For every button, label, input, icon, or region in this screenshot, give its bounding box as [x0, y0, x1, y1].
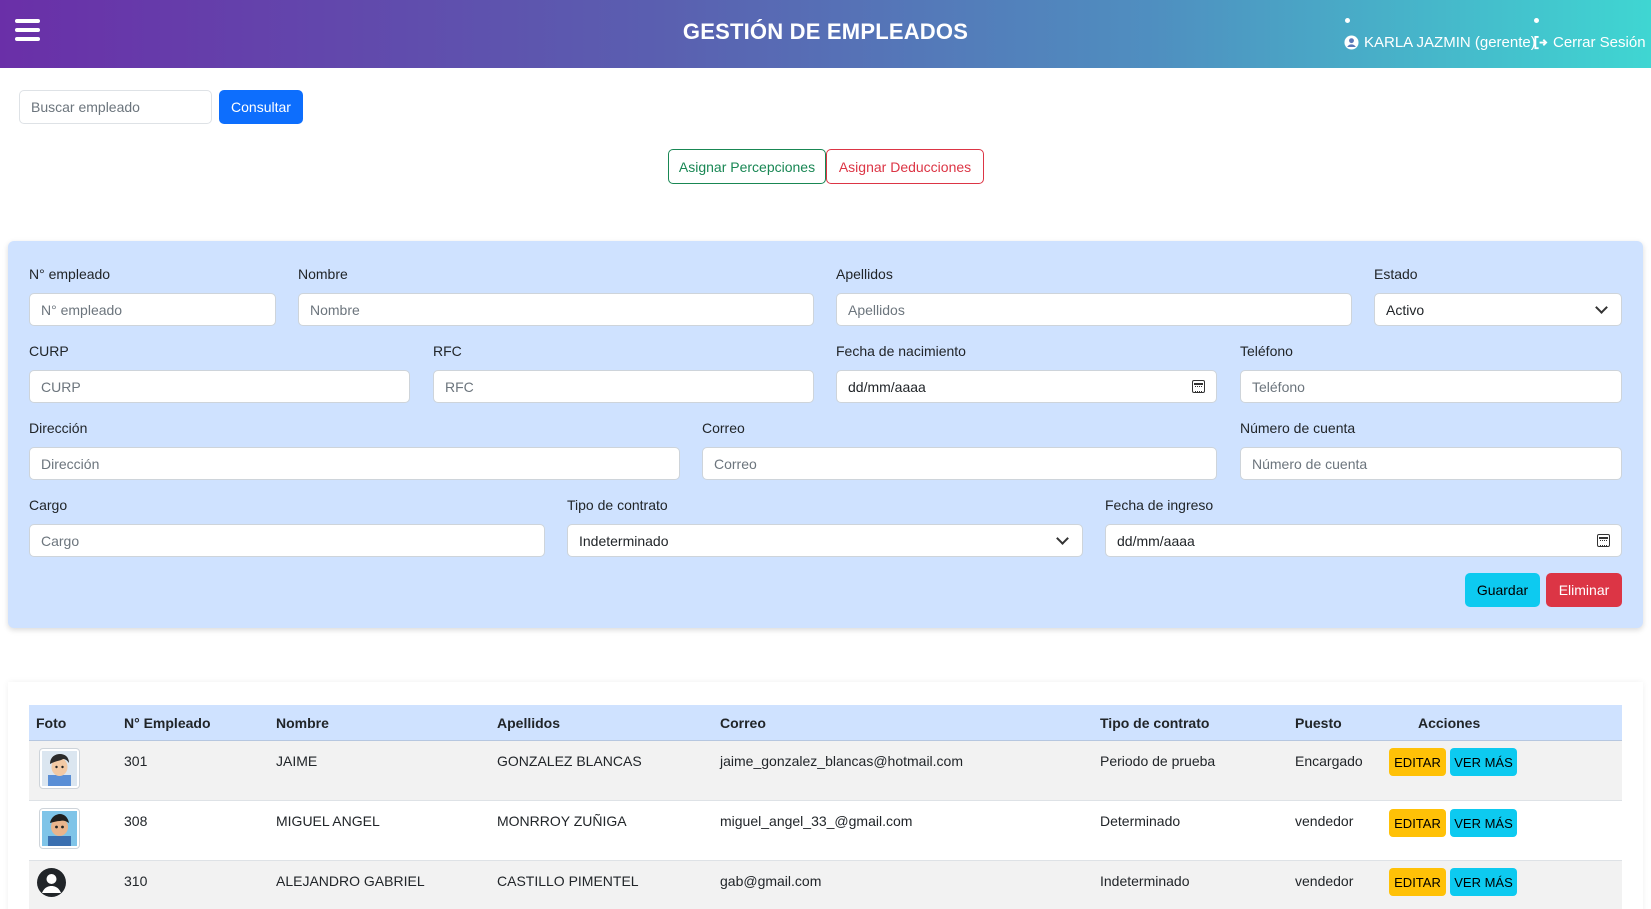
view-more-button[interactable]: VER MÁS: [1450, 809, 1517, 837]
table-row: 310 ALEJANDRO GABRIEL CASTILLO PIMENTEL …: [29, 861, 1622, 909]
col-apellidos: Apellidos: [497, 715, 561, 731]
cell-puesto: vendedor: [1295, 813, 1354, 829]
col-tipo-contrato: Tipo de contrato: [1100, 715, 1210, 731]
cell-apellidos: CASTILLO PIMENTEL: [497, 873, 639, 889]
rfc-label: RFC: [433, 343, 462, 359]
num-empleado-field[interactable]: N° empleado: [29, 293, 276, 326]
user-name: KARLA JAZMIN (gerente): [1364, 34, 1536, 51]
calendar-icon[interactable]: [1597, 534, 1610, 547]
employee-photo: [39, 748, 80, 789]
save-button[interactable]: Guardar: [1465, 573, 1540, 607]
cell-contrato: Determinado: [1100, 813, 1181, 829]
consultar-button[interactable]: Consultar: [219, 90, 303, 124]
nombre-field[interactable]: Nombre: [298, 293, 814, 326]
cell-correo: jaime_gonzalez_blancas@hotmail.com: [720, 753, 964, 769]
cell-puesto: vendedor: [1295, 873, 1354, 889]
edit-button[interactable]: EDITAR: [1389, 868, 1446, 896]
cell-puesto: Encargado: [1295, 753, 1363, 769]
cell-num: 301: [124, 753, 148, 769]
view-more-button[interactable]: VER MÁS: [1450, 748, 1517, 776]
delete-button[interactable]: Eliminar: [1546, 573, 1622, 607]
logout-icon: [1534, 35, 1548, 50]
table-row: 308 MIGUEL ANGEL MONRROY ZUÑIGA miguel_a…: [29, 801, 1622, 861]
correo-field[interactable]: Correo: [702, 447, 1217, 480]
curp-field[interactable]: CURP: [29, 370, 410, 403]
cell-contrato: Indeterminado: [1100, 873, 1190, 889]
estado-label: Estado: [1374, 266, 1418, 282]
search-input[interactable]: [19, 90, 212, 124]
cell-num: 310: [124, 873, 148, 889]
user-circle-icon: [1344, 35, 1359, 50]
cell-nombre: ALEJANDRO GABRIEL: [276, 873, 425, 889]
logout-link[interactable]: Cerrar Sesión: [1533, 34, 1646, 51]
cell-contrato: Periodo de prueba: [1100, 753, 1216, 769]
curp-label: CURP: [29, 343, 69, 359]
num-empleado-label: N° empleado: [29, 266, 111, 282]
assign-deductions-button[interactable]: Asignar Deducciones: [826, 149, 984, 184]
logout-label: Cerrar Sesión: [1553, 34, 1646, 51]
col-acciones: Acciones: [1418, 715, 1481, 731]
avatar-icon: [42, 751, 77, 786]
col-foto: Foto: [36, 715, 67, 731]
apellidos-field[interactable]: Apellidos: [836, 293, 1352, 326]
edit-button[interactable]: EDITAR: [1389, 748, 1446, 776]
direccion-label: Dirección: [29, 420, 88, 436]
tipo-contrato-label: Tipo de contrato: [567, 497, 668, 513]
edit-button[interactable]: EDITAR: [1389, 809, 1446, 837]
chevron-down-icon: [1595, 300, 1608, 314]
tipo-contrato-select[interactable]: Indeterminado: [567, 524, 1083, 557]
employee-photo: [39, 808, 80, 849]
cell-apellidos: GONZALEZ BLANCAS: [497, 753, 642, 769]
telefono-field[interactable]: Teléfono: [1240, 370, 1622, 403]
table-header: Foto N° Empleado Nombre Apellidos Correo…: [29, 705, 1622, 741]
rfc-field[interactable]: RFC: [433, 370, 814, 403]
fecha-ingreso-field[interactable]: dd/mm/aaaa: [1105, 524, 1622, 557]
chevron-down-icon: [1056, 531, 1069, 545]
cell-correo: gab@gmail.com: [720, 873, 822, 889]
apellidos-label: Apellidos: [836, 266, 893, 282]
direccion-field[interactable]: Dirección: [29, 447, 680, 480]
avatar-icon: [42, 811, 77, 846]
cargo-label: Cargo: [29, 497, 68, 513]
cell-apellidos: MONRROY ZUÑIGA: [497, 813, 627, 829]
calendar-icon[interactable]: [1192, 380, 1205, 393]
numero-cuenta-label: Número de cuenta: [1240, 420, 1356, 436]
nombre-label: Nombre: [298, 266, 348, 282]
col-num-empleado: N° Empleado: [124, 715, 211, 731]
correo-label: Correo: [702, 420, 745, 436]
numero-cuenta-field[interactable]: Número de cuenta: [1240, 447, 1622, 480]
col-correo: Correo: [720, 715, 766, 731]
estado-select[interactable]: Activo: [1374, 293, 1622, 326]
nav-bullet: [1534, 18, 1539, 23]
cell-nombre: MIGUEL ANGEL: [276, 813, 380, 829]
nav-bullet: [1345, 18, 1350, 23]
top-navbar: GESTIÓN DE EMPLEADOS KARLA JAZMIN (geren…: [0, 0, 1651, 68]
col-puesto: Puesto: [1295, 715, 1342, 731]
default-avatar-icon: [37, 868, 66, 897]
assign-perceptions-button[interactable]: Asignar Percepciones: [668, 149, 826, 184]
fecha-nacimiento-field[interactable]: dd/mm/aaaa: [836, 370, 1217, 403]
cell-num: 308: [124, 813, 148, 829]
fecha-nacimiento-label: Fecha de nacimiento: [836, 343, 966, 359]
fecha-ingreso-label: Fecha de ingreso: [1105, 497, 1214, 513]
col-nombre: Nombre: [276, 715, 329, 731]
telefono-label: Teléfono: [1240, 343, 1293, 359]
user-menu[interactable]: KARLA JAZMIN (gerente): [1344, 34, 1536, 51]
cargo-field[interactable]: Cargo: [29, 524, 545, 557]
cell-correo: miguel_angel_33_@gmail.com: [720, 813, 913, 829]
cell-nombre: JAIME: [276, 753, 318, 769]
table-row: 301 JAIME GONZALEZ BLANCAS jaime_gonzale…: [29, 741, 1622, 801]
view-more-button[interactable]: VER MÁS: [1450, 868, 1517, 896]
